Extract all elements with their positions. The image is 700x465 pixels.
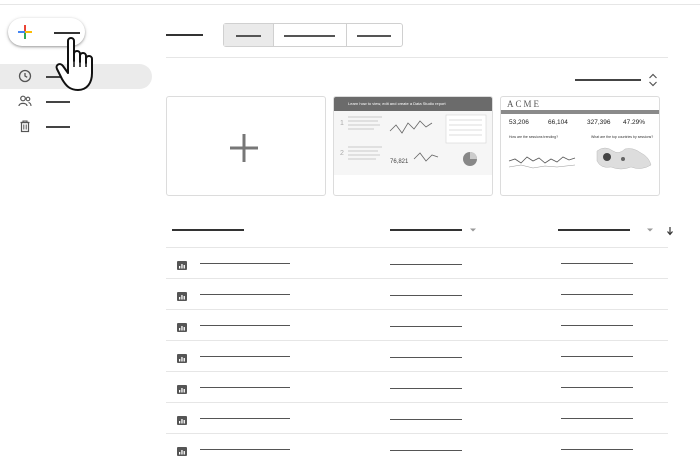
tab-3[interactable] [346,24,402,46]
row-owner [390,295,462,297]
table-row[interactable] [166,402,668,434]
report-icon [177,323,187,332]
nav-label-shared [46,101,70,103]
section-divider [166,57,668,58]
row-last-opened [561,449,633,451]
row-owner [390,264,462,266]
add-icon [230,134,258,162]
owner-dropdown-icon[interactable] [469,227,477,233]
hand-cursor-icon [55,37,93,91]
table-row[interactable] [166,309,668,341]
tab-1[interactable] [224,24,274,46]
row-owner [390,357,462,359]
row-last-opened [561,294,633,296]
clock-icon [18,69,32,83]
top-divider [0,4,700,5]
tab-2-label [284,35,335,37]
kpi-1: 53,206 [509,119,529,126]
tutorial-header: Learn how to view, edit and create a Dat… [334,97,492,111]
tutorial-preview-graphic: 1 2 76,821 [340,114,487,166]
row-name[interactable] [200,418,290,420]
row-last-opened [561,325,633,327]
row-owner [390,326,462,328]
create-label [54,32,80,34]
row-owner [390,450,462,452]
kpi-4: 47.29% [623,119,646,126]
row-name[interactable] [200,449,290,451]
nav-label-trash [46,126,70,128]
row-name[interactable] [200,356,290,358]
sort-dropdown[interactable] [575,72,660,88]
tutorial-report-card[interactable]: Learn how to view, edit and create a Dat… [333,96,493,196]
tab-2[interactable] [273,24,347,46]
row-last-opened [561,418,633,420]
row-name[interactable] [200,387,290,389]
row-last-opened [561,356,633,358]
table-row[interactable] [166,433,668,465]
column-header-owner[interactable] [390,229,462,231]
report-icon [177,416,187,425]
acme-report-card[interactable]: ACME 53,206 66,104 327,396 47.29% How ar… [500,96,660,196]
svg-text:76,821: 76,821 [390,159,409,165]
acme-preview-graphic [508,147,652,170]
svg-text:1: 1 [340,120,344,127]
sort-arrow-down-icon[interactable] [666,226,674,236]
section-title [166,34,203,36]
tab-1-label [236,35,261,37]
kpi-2: 66,104 [548,119,568,126]
svg-text:2: 2 [340,150,344,157]
trash-icon [20,120,30,133]
kpi-3: 327,396 [587,119,611,126]
nav-item-trash[interactable] [0,114,152,139]
plus-icon [18,25,32,39]
unfold-icon [649,73,657,87]
row-owner [390,419,462,421]
tab-3-label [357,35,391,37]
row-owner [390,388,462,390]
row-name[interactable] [200,325,290,327]
row-name[interactable] [200,263,290,265]
column-header-last-opened[interactable] [558,229,630,231]
row-last-opened [561,263,633,265]
acme-question-2: What are the top countries by sessions? [591,135,654,139]
blank-report-card[interactable] [166,96,326,196]
table-row[interactable] [166,340,668,372]
report-icon [177,261,187,270]
sort-label [575,79,641,81]
acme-logo: ACME [507,99,542,109]
row-name[interactable] [200,294,290,296]
acme-question-1: How are the sessions trending? [509,135,559,139]
people-icon [18,95,32,107]
column-header-name[interactable] [172,229,244,231]
report-icon [177,385,187,394]
table-row[interactable] [166,278,668,310]
view-tabs [223,23,403,47]
tutorial-thumbnail: 1 2 76,821 [334,111,492,175]
acme-header-band [501,110,659,114]
table-row[interactable] [166,247,668,279]
row-last-opened [561,387,633,389]
report-icon [177,447,187,456]
last-opened-dropdown-icon[interactable] [646,227,654,233]
report-icon [177,354,187,363]
table-row[interactable] [166,371,668,403]
report-icon [177,292,187,301]
